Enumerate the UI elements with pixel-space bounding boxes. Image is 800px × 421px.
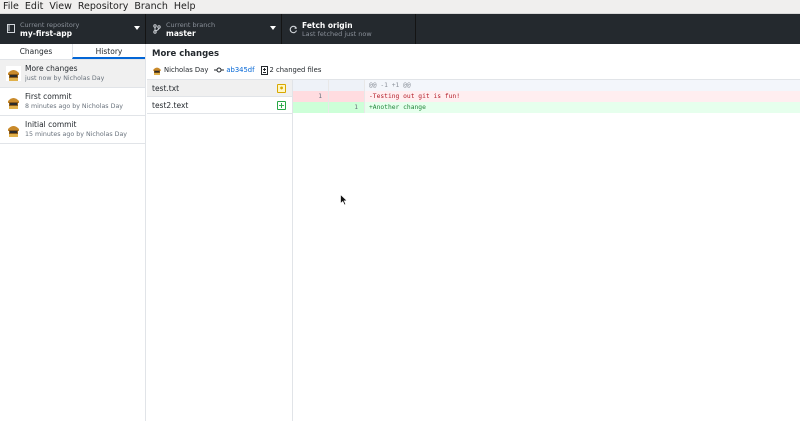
- fetch-origin-button[interactable]: Fetch origin Last fetched just now: [282, 14, 416, 44]
- new-line-number: [329, 80, 365, 91]
- avatar: [6, 122, 21, 137]
- diff-line-text: +Another change: [369, 104, 426, 111]
- old-line-number: [293, 102, 329, 113]
- file-modified-icon: •: [277, 83, 286, 93]
- diff-line-text: @@ -1 +1 @@: [369, 82, 411, 89]
- diff-added-line[interactable]: 1 +Another change: [293, 102, 800, 113]
- fetch-status: Last fetched just now: [302, 29, 372, 38]
- current-repository-button[interactable]: Current repository my-first-app: [0, 14, 146, 44]
- commit-sha[interactable]: ab345df: [226, 66, 254, 74]
- file-list-item[interactable]: test2.text +: [147, 97, 292, 114]
- commit-list-item[interactable]: More changes just now by Nicholas Day: [0, 60, 145, 88]
- branch-icon: [148, 24, 166, 34]
- commit-meta: just now by Nicholas Day: [25, 75, 105, 82]
- menu-repository[interactable]: Repository: [75, 0, 132, 13]
- avatar: [6, 66, 21, 81]
- commit-summary: More changes Nicholas Day ab345df 2 chan…: [147, 44, 800, 80]
- github-desktop-window: File Edit View Repository Branch Help Cu…: [0, 0, 800, 421]
- changed-file-list: test.txt • test2.text +: [147, 80, 293, 421]
- commit-title: First commit: [25, 92, 72, 101]
- repo-label: Current repository: [20, 20, 80, 29]
- changed-files-count: 2 changed files: [269, 66, 322, 74]
- file-list-item[interactable]: test.txt •: [147, 80, 292, 97]
- file-added-icon: +: [277, 100, 286, 110]
- menu-file[interactable]: File: [0, 0, 22, 13]
- diff-deleted-line[interactable]: 1 -Testing out git is fun!: [293, 91, 800, 102]
- old-line-number: [293, 80, 329, 91]
- commit-title: More changes: [25, 64, 78, 73]
- repo-icon: [2, 24, 20, 34]
- avatar: [6, 94, 21, 109]
- tab-history[interactable]: History: [72, 44, 145, 59]
- file-diff-icon: [260, 65, 268, 75]
- old-line-number: 1: [293, 91, 329, 102]
- repo-name: my-first-app: [20, 28, 73, 38]
- file-name: test.txt: [152, 83, 180, 93]
- new-line-number: [329, 91, 365, 102]
- commit-icon: [214, 67, 225, 73]
- commit-meta: 8 minutes ago by Nicholas Day: [25, 103, 124, 110]
- menu-branch[interactable]: Branch: [131, 0, 171, 13]
- commit-title: Initial commit: [25, 120, 77, 129]
- menu-view[interactable]: View: [46, 0, 75, 13]
- commit-author: Nicholas Day: [164, 66, 209, 74]
- commit-list-item[interactable]: Initial commit 15 minutes ago by Nichola…: [0, 116, 145, 144]
- commit-summary-meta: Nicholas Day ab345df 2 changed files: [152, 65, 321, 75]
- commit-list-item[interactable]: First commit 8 minutes ago by Nicholas D…: [0, 88, 145, 116]
- chevron-down-icon: [134, 26, 140, 30]
- sidebar: Changes History More changes just now by…: [0, 44, 146, 421]
- menu-edit[interactable]: Edit: [22, 0, 46, 13]
- toolbar: Current repository my-first-app Current …: [0, 14, 800, 44]
- chevron-down-icon: [270, 26, 276, 30]
- commit-summary-title: More changes: [152, 49, 219, 59]
- diff-view: @@ -1 +1 @@ 1 -Testing out git is fun! 1…: [293, 80, 800, 421]
- commit-meta: 15 minutes ago by Nicholas Day: [25, 131, 128, 138]
- sidebar-tabs: Changes History: [0, 44, 145, 60]
- avatar: [153, 67, 161, 75]
- file-name: test2.text: [152, 100, 189, 110]
- current-branch-button[interactable]: Current branch master: [146, 14, 282, 44]
- sync-icon: [284, 25, 302, 34]
- menu-help[interactable]: Help: [171, 0, 199, 13]
- fetch-title: Fetch origin: [302, 20, 353, 30]
- mouse-cursor-icon: [340, 194, 348, 206]
- menu-bar: File Edit View Repository Branch Help: [0, 0, 800, 14]
- new-line-number: 1: [329, 102, 365, 113]
- diff-hunk-header: @@ -1 +1 @@: [293, 80, 800, 91]
- diff-line-text: -Testing out git is fun!: [369, 93, 460, 100]
- branch-name: master: [166, 28, 196, 38]
- branch-label: Current branch: [166, 20, 216, 29]
- tab-changes[interactable]: Changes: [0, 44, 72, 59]
